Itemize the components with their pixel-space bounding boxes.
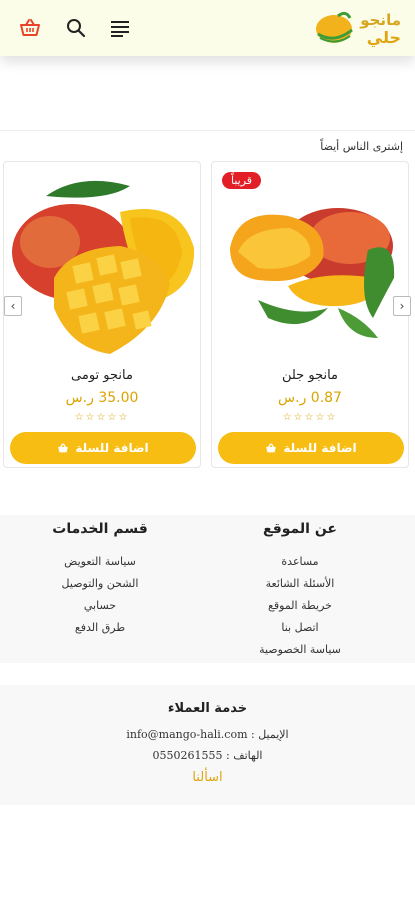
customer-service: خدمة العملاء الإيميل : info@mango-hali.c… bbox=[0, 685, 415, 805]
footer-link-faq[interactable]: الأسئلة الشائعة bbox=[200, 573, 400, 595]
logo-line1: مانجو bbox=[360, 11, 401, 29]
add-to-cart-label: اضافة للسلة bbox=[283, 441, 357, 455]
product-image[interactable] bbox=[10, 168, 196, 358]
product-image[interactable] bbox=[218, 168, 404, 358]
product-card[interactable]: مانجو تومى 35.00 ر.س ☆☆☆☆☆ اضافة للسلة bbox=[3, 161, 201, 468]
footer-link-shipping[interactable]: الشحن والتوصيل bbox=[0, 573, 200, 595]
search-icon[interactable] bbox=[64, 16, 88, 40]
menu-icon[interactable] bbox=[108, 16, 132, 40]
status-badge: قريباً bbox=[222, 172, 262, 189]
chevron-right-icon: › bbox=[399, 299, 405, 313]
ask-us-link[interactable]: اسألنا bbox=[0, 770, 415, 785]
footer-link-account[interactable]: حسابي bbox=[0, 595, 200, 617]
basket-icon bbox=[58, 442, 69, 452]
footer-links: عن الموقع مساعدة الأسئلة الشائعة خريطة ا… bbox=[0, 515, 415, 663]
footer-about-title: عن الموقع bbox=[263, 521, 337, 537]
site-logo[interactable]: مانجو حلي bbox=[312, 8, 407, 50]
footer-link-sitemap[interactable]: خريطة الموقع bbox=[200, 595, 400, 617]
footer-link-privacy[interactable]: سياسة الخصوصية bbox=[200, 639, 400, 661]
footer-services-title: قسم الخدمات bbox=[52, 521, 148, 537]
contact-phone[interactable]: الهاتف : 0550261555 bbox=[0, 749, 415, 762]
product-name[interactable]: مانجو جلن bbox=[212, 368, 408, 383]
add-to-cart-button[interactable]: اضافة للسلة bbox=[10, 432, 196, 464]
footer-link-refund[interactable]: سياسة التعويض bbox=[0, 551, 200, 573]
product-price: 35.00 ر.س bbox=[65, 390, 139, 406]
footer-link-help[interactable]: مساعدة bbox=[200, 551, 400, 573]
logo-text: مانجو حلي bbox=[360, 11, 401, 47]
footer-link-payment[interactable]: طرق الدفع bbox=[0, 617, 200, 639]
footer-about: عن الموقع مساعدة الأسئلة الشائعة خريطة ا… bbox=[200, 515, 400, 661]
rating-stars: ☆☆☆☆☆ bbox=[74, 412, 130, 423]
customer-service-title: خدمة العملاء bbox=[167, 701, 248, 716]
product-price: 0.87 ر.س bbox=[278, 390, 342, 406]
add-to-cart-label: اضافة للسلة bbox=[75, 441, 149, 455]
top-header: مانجو حلي bbox=[0, 0, 415, 56]
add-to-cart-button[interactable]: اضافة للسلة bbox=[218, 432, 404, 464]
logo-line2: حلي bbox=[366, 28, 401, 47]
chevron-left-icon: ‹ bbox=[10, 299, 16, 313]
section-divider bbox=[0, 130, 415, 131]
section-title: إشترى الناس أيضاً bbox=[320, 140, 403, 153]
cart-icon[interactable] bbox=[18, 16, 42, 40]
rating-stars: ☆☆☆☆☆ bbox=[282, 412, 338, 423]
footer-link-contact[interactable]: اتصل بنا bbox=[200, 617, 400, 639]
footer-services: قسم الخدمات سياسة التعويض الشحن والتوصيل… bbox=[0, 515, 200, 639]
product-card[interactable]: قريباً مانجو جلن 0.87 ر.س ☆☆☆☆☆ اضافة لل… bbox=[211, 161, 409, 468]
product-name[interactable]: مانجو تومى bbox=[4, 368, 200, 383]
basket-icon bbox=[266, 442, 277, 452]
carousel-next-button[interactable]: › bbox=[393, 296, 411, 316]
contact-email[interactable]: الإيميل : info@mango-hali.com bbox=[0, 728, 415, 741]
carousel-prev-button[interactable]: ‹ bbox=[4, 296, 22, 316]
